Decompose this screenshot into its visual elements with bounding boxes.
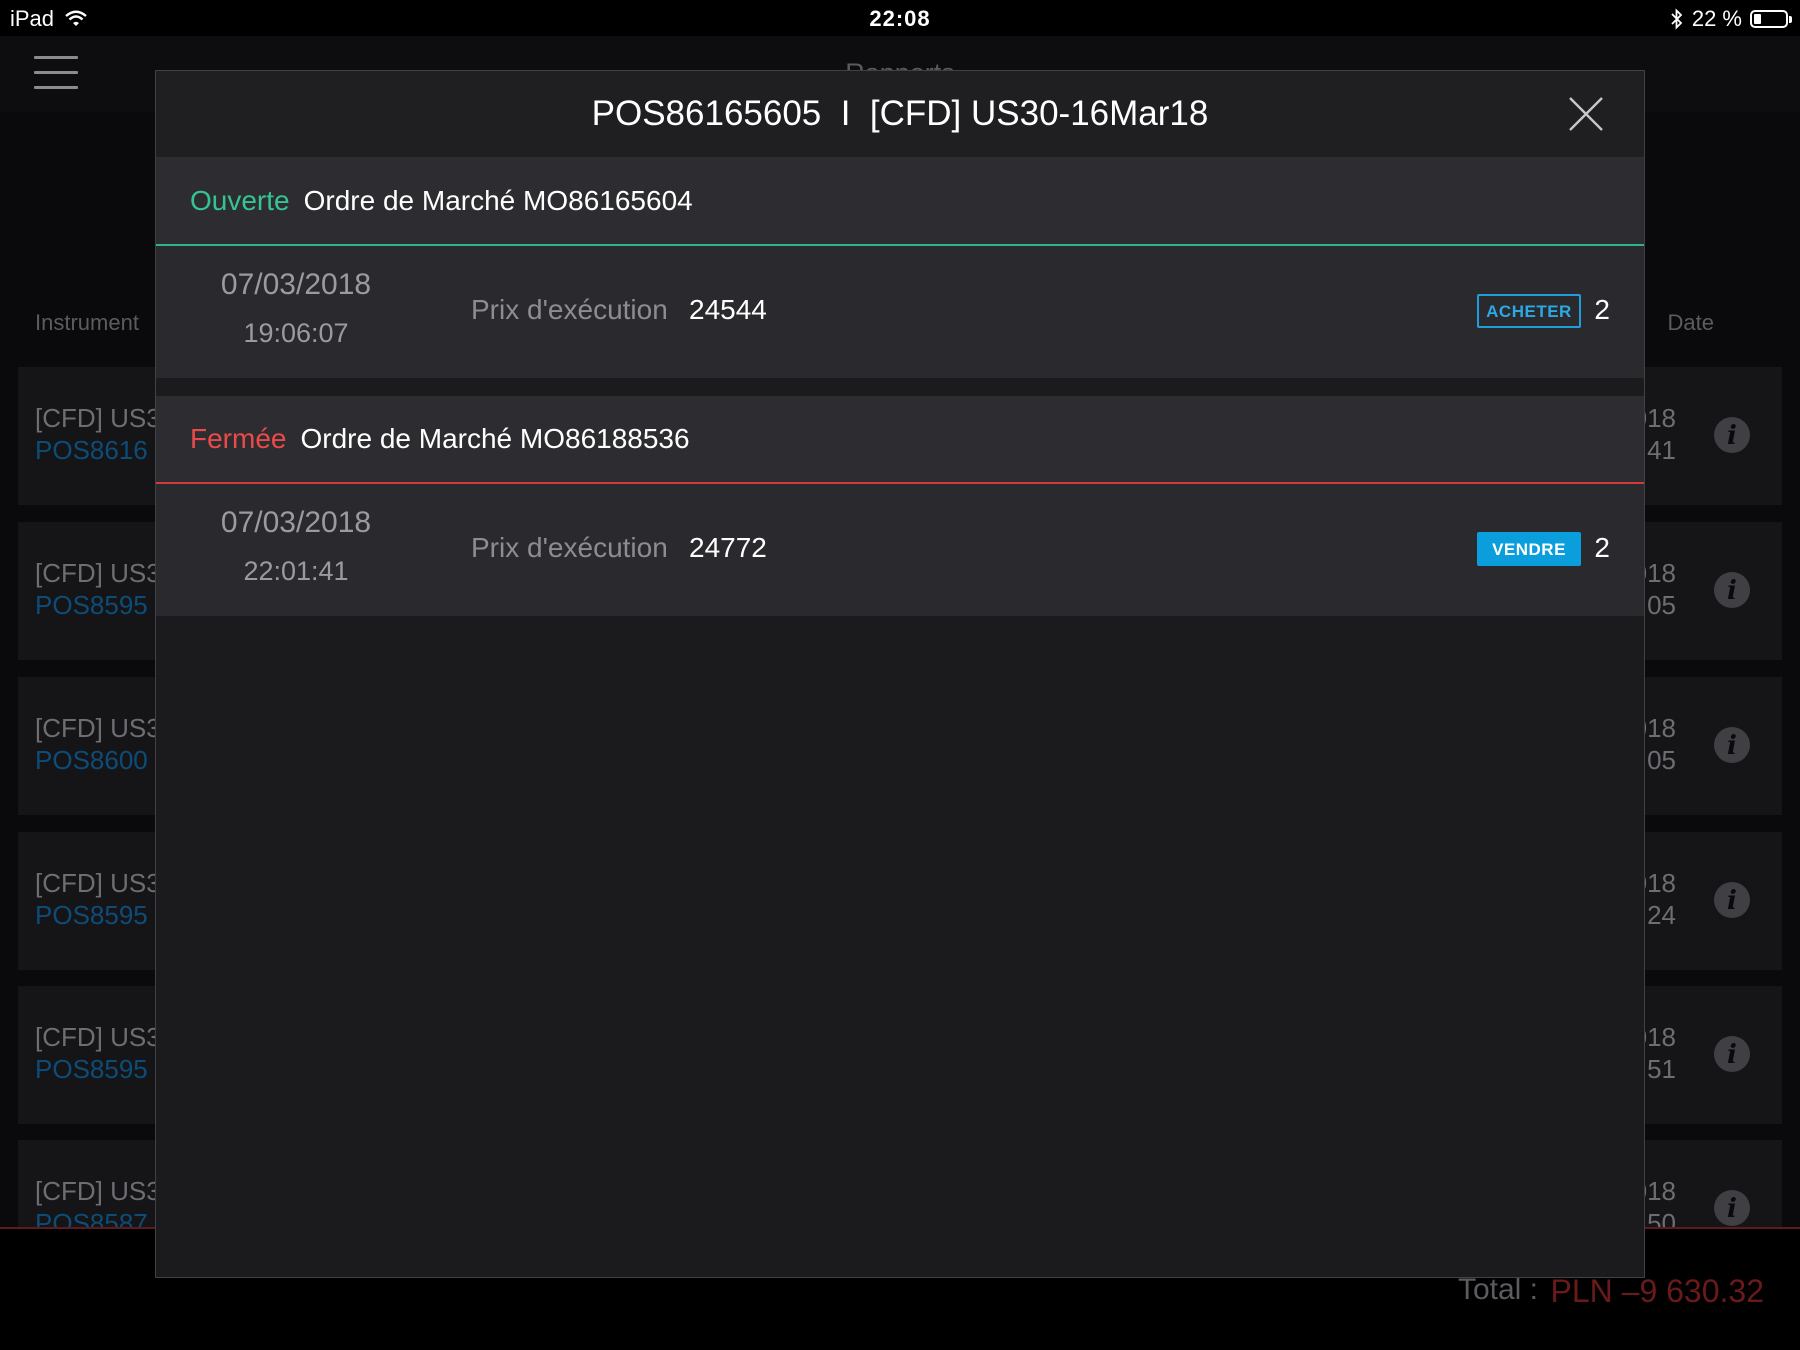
row-instrument: [CFD] US3 (35, 1022, 161, 1052)
exec-price-label: Prix d'exécution (471, 294, 668, 325)
position-detail-modal: POS86165605 I [CFD] US30-16Mar18 Ouverte… (155, 70, 1645, 1278)
open-order-quantity: 2 (1594, 294, 1610, 325)
open-order-details: 07/03/2018 19:06:07 Prix d'exécution 245… (156, 246, 1644, 378)
open-order-label: Ordre de Marché MO86165604 (303, 185, 693, 216)
column-header-instrument[interactable]: Instrument (35, 310, 139, 336)
row-position: POS8600 (35, 745, 148, 775)
closed-order-details: 07/03/2018 22:01:41 Prix d'exécution 247… (156, 484, 1644, 616)
row-position: POS8595 (35, 900, 148, 930)
bluetooth-icon (1671, 8, 1683, 30)
close-button[interactable] (1566, 94, 1606, 134)
total-value: PLN –9 630.32 (1550, 1273, 1765, 1309)
row-instrument: [CFD] US3 (35, 558, 161, 588)
battery-fill (1754, 14, 1761, 24)
closed-order-label: Ordre de Marché MO86188536 (300, 423, 690, 454)
battery-icon (1750, 10, 1792, 28)
status-open-label: Ouverte (190, 185, 290, 216)
closed-order-quantity: 2 (1594, 532, 1610, 563)
info-icon[interactable]: i (1714, 1036, 1750, 1072)
close-icon (1569, 97, 1603, 131)
open-order-section: Ouverte Ordre de Marché MO86165604 07/03/… (156, 158, 1644, 378)
info-icon[interactable]: i (1714, 1190, 1750, 1226)
closed-order-header: Fermée Ordre de Marché MO86188536 (156, 396, 1644, 484)
status-bar: iPad 22:08 22 % (0, 0, 1800, 36)
section-gap (156, 378, 1644, 396)
row-position: POS8616 (35, 435, 148, 465)
total-label: Total : (1457, 1273, 1538, 1306)
row-instrument: [CFD] US3 (35, 1176, 161, 1206)
info-icon[interactable]: i (1714, 882, 1750, 918)
row-position: POS8595 (35, 1054, 148, 1084)
row-position: POS8587 (35, 1208, 148, 1227)
battery-percent: 22 % (1691, 6, 1742, 31)
buy-badge: ACHETER (1477, 294, 1581, 328)
row-instrument: [CFD] US3 (35, 403, 161, 433)
status-closed-label: Fermée (190, 423, 287, 454)
info-icon[interactable]: i (1714, 572, 1750, 608)
column-header-date[interactable]: Date (1668, 310, 1714, 336)
row-position: POS8595 (35, 590, 148, 620)
modal-header: POS86165605 I [CFD] US30-16Mar18 (156, 71, 1644, 158)
open-order-header: Ouverte Ordre de Marché MO86165604 (156, 158, 1644, 246)
info-icon[interactable]: i (1714, 417, 1750, 453)
info-icon[interactable]: i (1714, 727, 1750, 763)
sell-badge: VENDRE (1477, 532, 1581, 566)
open-order-date: 07/03/2018 (220, 268, 372, 301)
modal-title: POS86165605 I [CFD] US30-16Mar18 (591, 94, 1209, 133)
closed-order-section: Fermée Ordre de Marché MO86188536 07/03/2… (156, 396, 1644, 616)
exec-price-value: 24772 (689, 532, 767, 563)
row-instrument: [CFD] US3 (35, 713, 161, 743)
closed-order-date: 07/03/2018 (220, 506, 372, 539)
open-order-time: 19:06:07 (243, 318, 349, 348)
row-instrument: [CFD] US3 (35, 868, 161, 898)
clock: 22:08 (869, 6, 931, 31)
exec-price-label: Prix d'exécution (471, 532, 668, 563)
exec-price-value: 24544 (689, 294, 767, 325)
status-right: 22 % (1670, 6, 1792, 32)
closed-order-time: 22:01:41 (243, 556, 349, 586)
